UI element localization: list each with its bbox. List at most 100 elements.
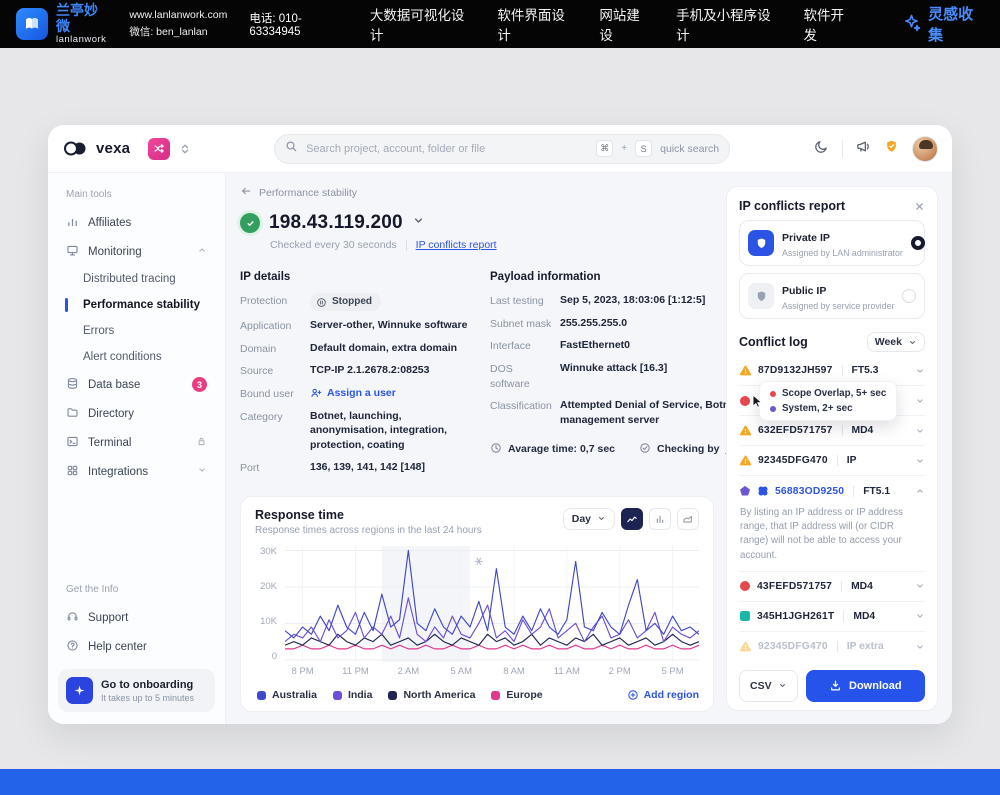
nav-item-dev[interactable]: 软件开发	[803, 4, 854, 44]
private-ip-icon	[748, 230, 774, 256]
area-chart-view-button[interactable]	[677, 508, 699, 530]
monitoring-icon	[66, 244, 79, 260]
pentagon-icon	[739, 485, 751, 497]
conflict-log-title: Conflict log	[739, 335, 808, 349]
sidebar-subitem-errors[interactable]: Errors	[58, 318, 215, 344]
chevron-down-icon	[197, 465, 207, 478]
chart-plot[interactable]	[285, 546, 699, 663]
ip-dropdown-chevron[interactable]	[412, 214, 425, 232]
search-input[interactable]	[306, 143, 588, 155]
inspiration-icon	[902, 13, 921, 36]
add-region-link[interactable]: Add region	[627, 689, 699, 701]
affiliates-icon	[66, 215, 79, 231]
payload-section: Payload information Last testingSep 5, 2…	[490, 271, 759, 483]
sidebar-item-help-center[interactable]: Help center	[58, 632, 215, 661]
vexa-logo-text: vexa	[96, 140, 130, 157]
conflict-tooltip: Scope Overlap, 5+ sec System, 2+ sec	[759, 381, 897, 421]
error-dot-icon	[739, 395, 751, 407]
chart-canvas	[285, 546, 699, 663]
sidebar-subitem-alert-conditions[interactable]: Alert conditions	[58, 344, 215, 370]
onboarding-card[interactable]: Go to onboarding It takes up to 5 minute…	[58, 669, 215, 712]
chart-header: Response time Response times across regi…	[255, 508, 699, 536]
sidebar-item-database[interactable]: Data base 3	[58, 370, 215, 399]
sidebar-item-support[interactable]: Support	[58, 603, 215, 632]
security-shield-icon[interactable]	[884, 139, 899, 159]
lanlanwork-logo-icon	[16, 8, 48, 40]
download-button[interactable]: Download	[806, 670, 925, 702]
back-arrow-icon[interactable]	[240, 185, 252, 200]
chevron-down-icon[interactable]	[915, 581, 925, 591]
log-row[interactable]: 92345DFG470 IP extra	[739, 632, 925, 662]
plus-circle-icon	[627, 689, 639, 701]
week-select[interactable]: Week	[867, 332, 925, 352]
chevron-down-icon[interactable]	[915, 642, 925, 652]
export-format-select[interactable]: CSV	[739, 670, 798, 702]
assign-user-link[interactable]: Assign a user	[310, 386, 396, 401]
shuffle-icon	[153, 142, 166, 155]
download-icon	[829, 679, 842, 692]
header-actions	[814, 136, 938, 162]
option-private-ip[interactable]: Private IP Assigned by LAN administrator	[739, 220, 925, 266]
sidebar-item-monitoring[interactable]: Monitoring	[58, 237, 215, 266]
legend-india: India	[333, 689, 373, 701]
global-search[interactable]: ⌘ + S quick search	[274, 134, 730, 164]
log-row-expanded[interactable]: 56883OD9250 FT5.1 By listing an IP addre…	[739, 476, 925, 572]
warning-triangle-icon	[739, 454, 752, 467]
stopped-badge: Stopped	[310, 293, 381, 311]
y-axis-labels: 30K20K10K0	[255, 546, 279, 663]
website-text: www.lanlanwork.com	[129, 7, 227, 24]
line-chart-view-button[interactable]	[621, 508, 643, 530]
inspiration-collect-button[interactable]: 灵感收集	[902, 3, 984, 45]
onboarding-sparkle-icon	[66, 677, 93, 704]
vexa-logo[interactable]: vexa	[62, 140, 130, 157]
sidebar-item-affiliates[interactable]: Affiliates	[58, 208, 215, 237]
lanlanwork-brand[interactable]: 兰亭妙微 lanlanwork	[16, 3, 107, 45]
phone-text: 电话: 010-63334945	[249, 10, 348, 38]
chevron-down-icon[interactable]	[915, 611, 925, 621]
public-ip-radio[interactable]	[902, 289, 916, 303]
chart-controls: Day	[563, 508, 699, 530]
log-row[interactable]: 43FEFD571757 MD4	[739, 572, 925, 602]
chevron-down-icon[interactable]	[915, 426, 925, 436]
warning-triangle-icon	[739, 640, 752, 653]
bar-chart-view-button[interactable]	[649, 508, 671, 530]
dark-mode-icon[interactable]	[814, 139, 829, 159]
conflict-log-header: Conflict log Week	[739, 332, 925, 352]
sort-toggle-icon[interactable]	[180, 143, 190, 155]
nav-item-bigdata[interactable]: 大数据可视化设计	[370, 4, 471, 44]
ip-conflicts-report-link[interactable]: IP conflicts report	[416, 239, 497, 251]
sidebar-subitem-distributed-tracing[interactable]: Distributed tracing	[58, 266, 215, 292]
ip-title-row: 198.43.119.200	[240, 212, 714, 234]
log-row-hovered[interactable]: Scope Overlap, 5+ sec System, 2+ sec	[739, 386, 925, 416]
close-icon[interactable]	[914, 201, 925, 212]
australia-swatch	[257, 691, 266, 700]
workspace-switch-button[interactable]	[148, 138, 170, 160]
log-row[interactable]: 345H1JGH261T MD4	[739, 602, 925, 632]
chevron-down-icon[interactable]	[915, 366, 925, 376]
nav-item-website[interactable]: 网站建设	[599, 4, 650, 44]
sidebar-item-terminal[interactable]: Terminal	[58, 428, 215, 457]
error-dot-icon	[739, 580, 751, 592]
legend-north-america: North America	[388, 689, 475, 701]
private-ip-radio[interactable]	[911, 236, 925, 250]
period-select[interactable]: Day	[563, 508, 615, 530]
chevron-up-icon[interactable]	[915, 486, 925, 496]
database-badge: 3	[192, 377, 207, 392]
user-avatar[interactable]	[912, 136, 938, 162]
payload-title: Payload information	[490, 271, 759, 283]
nav-item-software-ui[interactable]: 软件界面设计	[497, 4, 573, 44]
sidebar-item-integrations[interactable]: Integrations	[58, 457, 215, 486]
breadcrumb[interactable]: Performance stability	[240, 185, 714, 200]
option-public-ip[interactable]: Public IP Assigned by service provider	[739, 273, 925, 319]
chevron-down-icon[interactable]	[915, 456, 925, 466]
legend-australia: Australia	[257, 689, 317, 701]
sidebar-item-directory[interactable]: Directory	[58, 399, 215, 428]
onboarding-title: Go to onboarding	[101, 679, 194, 691]
announcements-icon[interactable]	[856, 139, 871, 159]
nav-item-mobile[interactable]: 手机及小程序设计	[676, 4, 777, 44]
sidebar-subitem-performance-stability[interactable]: Performance stability	[58, 292, 215, 318]
response-time-card: Response time Response times across regi…	[240, 496, 714, 713]
chevron-down-icon[interactable]	[915, 396, 925, 406]
log-row[interactable]: 92345DFG470 IP	[739, 446, 925, 476]
s-keycap: S	[635, 140, 652, 157]
